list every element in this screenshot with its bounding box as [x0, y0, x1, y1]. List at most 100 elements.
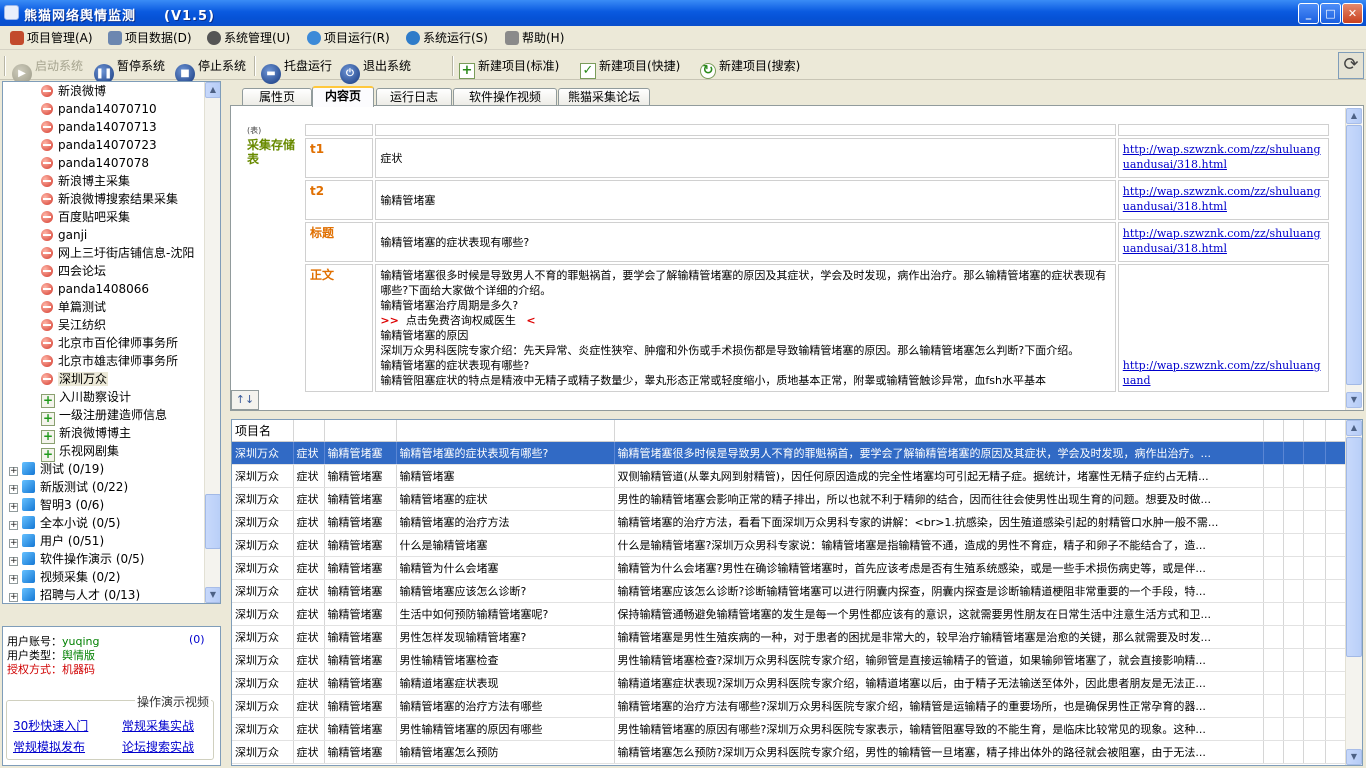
new-project-standard-button[interactable]: + 新建项目(标准) — [459, 55, 559, 79]
source-link[interactable]: http://wap.szwznk.com/zz/shuluanguandusa… — [1123, 227, 1321, 255]
tree-scrollbar[interactable]: ▲ ▼ — [204, 82, 220, 603]
grid-scrollbar[interactable]: ▲ ▼ — [1345, 420, 1362, 765]
tree-folder[interactable]: + 招聘与人才 (0/13) — [9, 586, 140, 603]
minimize-button[interactable]: _ — [1298, 3, 1319, 24]
expand-icon[interactable]: + — [9, 521, 18, 530]
tree-item[interactable]: 网上三圩街店铺信息-沈阳 — [41, 244, 207, 262]
tab-forum[interactable]: 熊猫采集论坛 — [558, 88, 650, 106]
tree-folder[interactable]: + 新版测试 (0/22) — [9, 478, 128, 496]
scroll-thumb[interactable] — [1346, 125, 1362, 385]
table-row-selected[interactable]: 深圳万众 症状 输精管堵塞 输精管堵塞的症状表现有哪些? 输精管堵塞很多时候是导致男人不… — [232, 441, 1348, 465]
scroll-down-icon[interactable]: ▼ — [1346, 749, 1362, 765]
tree-item[interactable]: + 入川勘察设计 — [41, 388, 131, 408]
expand-icon[interactable]: + — [9, 575, 18, 584]
scroll-thumb[interactable] — [205, 494, 220, 549]
expand-icon[interactable]: + — [9, 557, 18, 566]
data-grid[interactable]: 项目名 深圳万众 症状 输精管堵塞 输精管堵塞的症状表现有哪些? 输精管堵塞很多时候是导… — [231, 419, 1363, 766]
tab-properties[interactable]: 属性页 — [242, 88, 312, 106]
content-scrollbar[interactable]: ▲ ▼ — [1345, 108, 1362, 410]
table-row[interactable]: 深圳万众 症状 输精管堵塞 输精管堵塞的治疗方法有哪些 输精管堵塞的治疗方法有哪些?深圳… — [232, 694, 1348, 718]
scroll-up-icon[interactable]: ▲ — [205, 82, 220, 98]
tree-item[interactable]: 北京市百伦律师事务所 — [41, 334, 178, 352]
close-button[interactable]: ✕ — [1342, 3, 1363, 24]
expand-icon[interactable]: + — [9, 503, 18, 512]
table-row[interactable]: 深圳万众 症状 输精管堵塞 输精管堵塞应该怎么诊断? 输精管堵塞应该怎么诊断?诊断输精管… — [232, 579, 1348, 603]
table-row[interactable]: 深圳万众 症状 输精管堵塞 输精管堵塞的症状 男性的输精管堵塞会影响正常的精子排出，所以… — [232, 487, 1348, 511]
tree-item[interactable]: panda14070710 — [41, 100, 157, 118]
scroll-down-icon[interactable]: ▼ — [1346, 392, 1362, 408]
menu-system[interactable]: 系统管理(U) — [207, 29, 290, 47]
tree-folder[interactable]: + 软件操作演示 (0/5) — [9, 550, 145, 568]
menu-help[interactable]: 帮助(H) — [505, 29, 564, 47]
expand-icon[interactable]: + — [9, 539, 18, 548]
tree-item[interactable]: panda14070713 — [41, 118, 157, 136]
demo-link-collect[interactable]: 常规采集实战 — [122, 717, 194, 734]
column-header[interactable]: 项目名 — [232, 420, 294, 442]
start-system-button[interactable]: ▶启动系统 — [12, 55, 83, 84]
tree-folder[interactable]: + 智明3 (0/6) — [9, 496, 104, 514]
scroll-up-icon[interactable]: ▲ — [1346, 108, 1362, 124]
pause-system-button[interactable]: ❚❚暂停系统 — [94, 55, 165, 84]
table-row[interactable]: 深圳万众 症状 输精管堵塞 输精道堵塞症状表现 输精道堵塞症状表现?深圳万众男科医院专家… — [232, 671, 1348, 695]
source-link[interactable]: http://wap.szwznk.com/zz/shuluanguandusa… — [1123, 185, 1321, 213]
tree-item[interactable]: 四会论坛 — [41, 262, 106, 280]
tree-item[interactable]: 单篇测试 — [41, 298, 106, 316]
tree-item[interactable]: 百度贴吧采集 — [41, 208, 130, 226]
scroll-down-icon[interactable]: ▼ — [205, 587, 220, 603]
scroll-up-icon[interactable]: ▲ — [1346, 420, 1362, 436]
sort-toggle-button[interactable]: ↑↓ — [231, 390, 259, 410]
menu-system-run[interactable]: 系统运行(S) — [406, 29, 488, 47]
exit-system-button[interactable]: ⏻退出系统 — [340, 55, 411, 84]
tab-content[interactable]: 内容页 — [312, 86, 374, 107]
tree-item[interactable]: 新浪微博 — [41, 82, 106, 100]
tree-item[interactable]: 北京市雄志律师事务所 — [41, 352, 178, 370]
new-project-search-button[interactable]: ↻ 新建项目(搜索) — [700, 55, 800, 79]
table-row[interactable]: 深圳万众 症状 输精管堵塞 输精管为什么会堵塞 输精管为什么会堵塞?男性在确诊输精管堵塞… — [232, 556, 1348, 580]
project-tree[interactable]: 新浪微博 panda14070710 panda14070713 panda14… — [2, 81, 221, 604]
tray-run-button[interactable]: ▬托盘运行 — [261, 55, 332, 84]
expand-icon[interactable]: + — [9, 467, 18, 476]
tree-folder[interactable]: + 全本小说 (0/5) — [9, 514, 121, 532]
table-row[interactable]: 深圳万众 症状 输精管堵塞 输精管堵塞 双侧输精管道(从睾丸网到射精管)，因任何原因造成… — [232, 464, 1348, 488]
tree-item[interactable]: + 新浪微博博主 — [41, 424, 131, 444]
stop-system-button[interactable]: ■停止系统 — [175, 55, 246, 84]
source-link[interactable]: http://wap.szwznk.com/zz/shuluanguandusa… — [1123, 143, 1321, 171]
table-row[interactable]: 深圳万众 症状 输精管堵塞 什么是输精管堵塞 什么是输精管堵塞?深圳万众男科专家说：输精… — [232, 533, 1348, 557]
refresh-button[interactable]: ⟳ — [1338, 52, 1364, 79]
table-row[interactable]: 深圳万众 症状 输精管堵塞 输精管堵塞的治疗方法 输精管堵塞的治疗方法，看看下面深圳万众… — [232, 510, 1348, 534]
tree-item[interactable]: 新浪微博搜索结果采集 — [41, 190, 178, 208]
demo-link-quickstart[interactable]: 30秒快速入门 — [13, 717, 88, 734]
tree-item-selected[interactable]: 深圳万众 — [41, 370, 109, 388]
tree-item[interactable]: + 乐视网剧集 — [41, 442, 119, 462]
tree-item[interactable]: panda14070723 — [41, 136, 157, 154]
tree-item[interactable]: 新浪博主采集 — [41, 172, 130, 190]
table-row[interactable]: 深圳万众 症状 输精管堵塞 男性输精管堵塞的原因有哪些 男性输精管堵塞的原因有哪些?深圳… — [232, 717, 1348, 741]
tree-item[interactable]: ganji — [41, 226, 87, 244]
scroll-thumb[interactable] — [1346, 437, 1362, 657]
tab-software-video[interactable]: 软件操作视频 — [453, 88, 557, 106]
tree-item[interactable]: panda1408066 — [41, 280, 149, 298]
tree-item[interactable]: 吴江纺织 — [41, 316, 106, 334]
tree-folder[interactable]: + 用户 (0/51) — [9, 532, 104, 550]
tree-folder[interactable]: + 视频采集 (0/2) — [9, 568, 121, 586]
new-project-quick-button[interactable]: ✓ 新建项目(快捷) — [580, 55, 680, 79]
menu-project-run[interactable]: 项目运行(R) — [307, 29, 390, 47]
maximize-button[interactable]: □ — [1320, 3, 1341, 24]
expand-icon[interactable]: + — [9, 593, 18, 602]
consult-link-row[interactable]: >> 点击免费咨询权威医生 < — [380, 313, 1110, 328]
tree-item[interactable]: + 一级注册建造师信息 — [41, 406, 167, 426]
tree-item[interactable]: panda1407078 — [41, 154, 149, 172]
menu-project[interactable]: 项目管理(A) — [10, 29, 93, 47]
menu-data[interactable]: 项目数据(D) — [108, 29, 192, 47]
tree-folder[interactable]: + 测试 (0/19) — [9, 460, 104, 478]
source-link[interactable]: http://wap.szwznk.com/zz/shuluanguand — [1123, 359, 1321, 387]
table-row[interactable]: 深圳万众 症状 输精管堵塞 男性怎样发现输精管堵塞? 输精管堵塞是男性生殖疾病的一种，对… — [232, 625, 1348, 649]
table-row[interactable]: 深圳万众 症状 输精管堵塞 生活中如何预防输精管堵塞呢? 保持输精管通畅避免输精管堵塞的… — [232, 602, 1348, 626]
demo-link-forum[interactable]: 论坛搜索实战 — [122, 738, 194, 755]
data-icon — [108, 31, 122, 45]
demo-link-publish[interactable]: 常规模拟发布 — [13, 738, 85, 755]
table-row[interactable]: 深圳万众 症状 输精管堵塞 输精管堵塞怎么预防 输精管堵塞怎么预防?深圳万众男科医院专家… — [232, 740, 1348, 764]
expand-icon[interactable]: + — [9, 485, 18, 494]
tab-run-log[interactable]: 运行日志 — [376, 88, 452, 106]
table-row[interactable]: 深圳万众 症状 输精管堵塞 男性输精管堵塞检查 男性输精管堵塞检查?深圳万众男科医院专家… — [232, 648, 1348, 672]
